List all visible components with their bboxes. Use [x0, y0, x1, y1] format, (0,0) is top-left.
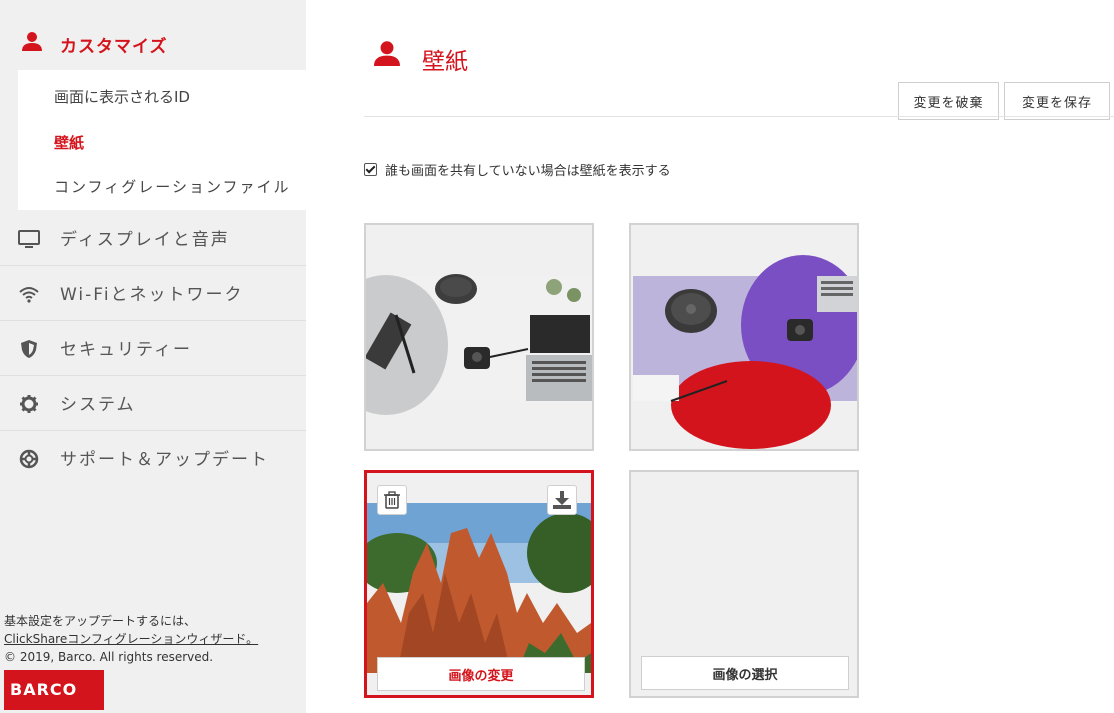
sidebar-item-label: システム	[60, 395, 136, 415]
footer-text: 基本設定をアップデートするには、	[4, 614, 197, 628]
logo-text: BARCO	[10, 680, 78, 699]
sidebar-item-wifi-network[interactable]: Wi-Fiとネットワーク	[0, 266, 306, 321]
sidebar-item-label: ディスプレイと音声	[60, 230, 230, 250]
delete-wallpaper-button[interactable]	[377, 485, 407, 515]
submenu-item-wallpaper[interactable]: 壁紙	[54, 132, 84, 153]
submenu-item-screen-id[interactable]: 画面に表示されるID	[54, 86, 190, 107]
wallpaper-card-2[interactable]	[629, 223, 859, 451]
download-icon	[553, 491, 571, 509]
sidebar-item-label: セキュリティー	[60, 340, 192, 360]
wallpaper-card-custom[interactable]: 画像の変更	[364, 470, 594, 698]
change-image-button[interactable]: 画像の変更	[377, 657, 585, 691]
gear-icon	[18, 393, 40, 415]
customize-submenu: 画面に表示されるID 壁紙 コンフィグレーションファイル	[18, 70, 306, 210]
header-divider	[364, 116, 1114, 117]
sidebar: カスタマイズ 画面に表示されるID 壁紙 コンフィグレーションファイル ディスプ…	[0, 0, 306, 713]
save-changes-button[interactable]: 変更を保存	[1004, 82, 1110, 120]
trash-icon	[384, 491, 400, 509]
discard-changes-button[interactable]: 変更を破棄	[898, 82, 999, 120]
shield-icon	[18, 338, 40, 360]
submenu-item-config-file[interactable]: コンフィグレーションファイル	[54, 176, 291, 197]
sidebar-item-security[interactable]: セキュリティー	[0, 321, 306, 376]
wallpaper-card-1[interactable]	[364, 223, 594, 451]
page-title: 壁紙	[422, 49, 468, 75]
config-wizard-link[interactable]: ClickShareコンフィグレーションウィザード。	[4, 630, 306, 648]
sidebar-item-support-update[interactable]: サポート＆アップデート	[0, 431, 306, 485]
sidebar-footer: 基本設定をアップデートするには、 ClickShareコンフィグレーションウィザ…	[4, 612, 306, 666]
wallpaper-card-empty[interactable]: 画像の選択	[629, 470, 859, 698]
checkbox-label: 誰も画面を共有していない場合は壁紙を表示する	[385, 164, 671, 179]
select-image-button[interactable]: 画像の選択	[641, 656, 849, 690]
download-wallpaper-button[interactable]	[547, 485, 577, 515]
user-icon	[374, 40, 400, 70]
barco-logo: BARCO	[4, 670, 104, 710]
sidebar-section-label: カスタマイズ	[60, 37, 168, 57]
sidebar-item-label: Wi-Fiとネットワーク	[60, 285, 244, 305]
copyright-text: © 2019, Barco. All rights reserved.	[4, 650, 214, 664]
sidebar-item-system[interactable]: システム	[0, 376, 306, 431]
show-wallpaper-option[interactable]: 誰も画面を共有していない場合は壁紙を表示する	[364, 160, 671, 179]
wallpaper-thumbnail-2	[633, 255, 857, 449]
user-icon	[22, 31, 42, 55]
show-wallpaper-checkbox[interactable]	[364, 163, 377, 176]
wallpaper-thumbnail-1	[366, 274, 592, 415]
sidebar-item-label: サポート＆アップデート	[60, 450, 269, 470]
sidebar-item-display-audio[interactable]: ディスプレイと音声	[0, 211, 306, 266]
monitor-icon	[18, 228, 40, 250]
wifi-icon	[18, 283, 40, 305]
sidebar-section-customize[interactable]: カスタマイズ	[0, 18, 306, 70]
lifebuoy-icon	[18, 448, 40, 470]
